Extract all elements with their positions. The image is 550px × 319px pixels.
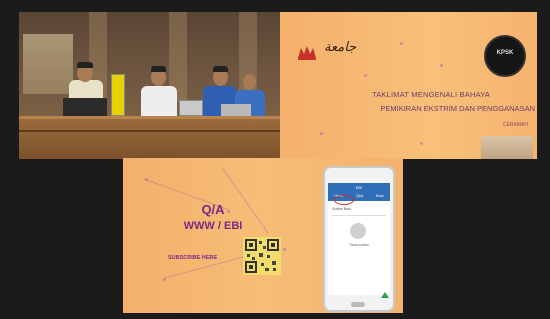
speaker-3-cap xyxy=(213,66,228,72)
video-tile-qa[interactable]: Q/A WWW / EBI SUBSCRIBE HERE EBI Home Q&… xyxy=(123,158,403,313)
calligraphy-logo: جامعة xyxy=(324,40,357,55)
qa-title: Q/A xyxy=(201,202,225,217)
background-window xyxy=(23,34,73,94)
crest-icon xyxy=(298,46,316,60)
app-title: EBI xyxy=(355,185,363,190)
network-dot xyxy=(283,248,286,251)
qr-code-icon[interactable] xyxy=(243,237,281,275)
laptop xyxy=(63,98,107,118)
network-dot xyxy=(364,74,367,77)
speaker-4-head xyxy=(243,74,256,90)
desk-trim xyxy=(19,130,280,132)
slide-photo xyxy=(481,136,533,159)
panel-desk xyxy=(19,116,280,159)
highlight-circle xyxy=(334,195,354,205)
network-dot xyxy=(163,278,166,281)
network-dot xyxy=(320,132,323,135)
list-item[interactable]: Soalan Baru xyxy=(332,207,386,216)
phone-mockup: EBI Home Q&A More Soalan Baru Tiada soal… xyxy=(323,166,395,312)
home-button xyxy=(351,302,365,307)
network-dot xyxy=(145,178,148,181)
banner-stand xyxy=(111,74,125,116)
slide-subtext: CERAMAH xyxy=(502,122,528,128)
tab-qa[interactable]: Q&A xyxy=(356,194,363,198)
monitor xyxy=(179,100,203,116)
video-tile-slide[interactable]: جامعة KPSK TAKLIMAT MENGENALI BAHAYA PEM… xyxy=(280,12,537,159)
network-dot xyxy=(440,64,443,67)
slide-title-line2: PEMIKIRAN EKSTRIM DAN PENGGANASAN xyxy=(380,104,535,113)
subscribe-label: SUBSCRIBE HERE xyxy=(168,255,218,261)
speaker-2-cap xyxy=(151,66,166,72)
network-dot xyxy=(420,142,423,145)
slide-title-line1: TAKLIMAT MENGENALI BAHAYA xyxy=(372,90,491,99)
phone-screen: EBI Home Q&A More Soalan Baru Tiada soal… xyxy=(328,183,390,295)
avatar xyxy=(350,223,366,239)
video-tile-panel[interactable] xyxy=(19,12,280,159)
tab-more[interactable]: More xyxy=(376,194,384,198)
network-dot xyxy=(400,42,403,45)
speaker-2 xyxy=(141,86,177,120)
empty-message: Tiada soalan xyxy=(349,243,369,247)
kpsk-logo: KPSK xyxy=(484,35,526,77)
qa-subtitle: WWW / EBI xyxy=(183,220,243,232)
fab-arrow-icon[interactable] xyxy=(381,292,389,298)
speaker-1-cap xyxy=(77,62,93,68)
kpsk-logo-text: KPSK xyxy=(496,50,514,56)
